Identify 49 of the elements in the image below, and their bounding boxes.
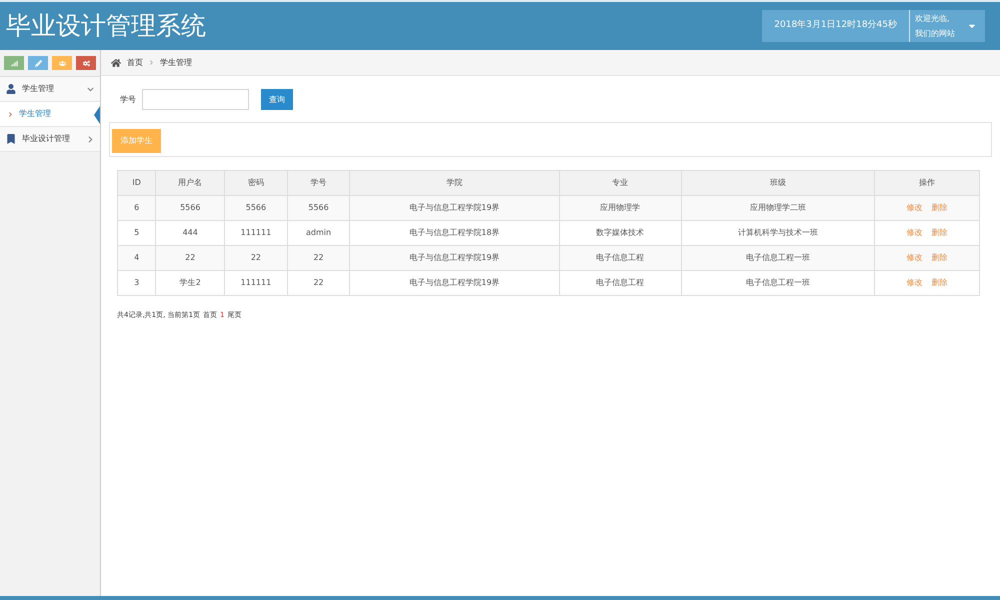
action-link[interactable]: 修改 (906, 227, 922, 239)
table-cell: 111111 (224, 270, 288, 296)
column-header: 专业 (559, 170, 682, 196)
chevron-icon (8, 112, 13, 116)
column-header: 班级 (681, 170, 874, 196)
app-title: 毕业设计管理系统 (6, 10, 206, 42)
welcome-text: 欢迎光临, (915, 13, 951, 25)
action-link[interactable]: 删除 (931, 252, 948, 264)
column-header: 学院 (350, 170, 560, 196)
menu-item[interactable]: 学生管理 (0, 77, 100, 102)
menu-item[interactable]: 毕业设计管理 (0, 127, 100, 152)
chevron-icon (87, 86, 94, 92)
user-icon (6, 84, 16, 94)
chart-icon (10, 60, 18, 66)
home-icon[interactable] (111, 58, 121, 68)
breadcrumb-link[interactable]: 学生管理 (160, 56, 192, 68)
shortcut-button[interactable] (4, 56, 24, 70)
users-icon (58, 60, 66, 66)
breadcrumb-link[interactable]: 首页 (127, 56, 143, 68)
action-link[interactable]: 删除 (931, 277, 948, 289)
submenu-item[interactable]: 学生管理 (0, 102, 100, 127)
column-header: ID (118, 170, 156, 196)
menu-label: 毕业设计管理 (22, 133, 71, 145)
bookmark-icon (6, 134, 16, 144)
table-cell: 电子信息工程一班 (681, 270, 874, 296)
table-cell: 3 (118, 270, 156, 296)
search-button[interactable]: 查询 (261, 89, 293, 110)
datetime: 2018年3月1日12时18分45秒 (773, 19, 898, 32)
shortcut-button[interactable] (76, 56, 96, 70)
table-cell: 22 (287, 270, 350, 296)
shortcut-button[interactable] (52, 56, 72, 70)
table-cell: 学生2 (156, 270, 225, 296)
action-link[interactable]: 修改 (906, 202, 922, 214)
cogs-icon (82, 60, 90, 66)
table-cell: 电子信息工程 (559, 270, 682, 296)
welcome-text: 我们的网站 (915, 28, 955, 40)
separator-icon (149, 60, 154, 65)
column-header: 操作 (874, 170, 980, 196)
action-link[interactable]: 修改 (906, 277, 922, 289)
shortcut-button[interactable] (28, 56, 48, 70)
search-label: 学号 (120, 94, 136, 106)
chevron-icon (87, 136, 94, 142)
action-link[interactable]: 修改 (906, 252, 922, 264)
student-id-field[interactable] (142, 89, 249, 110)
pencil-icon (34, 60, 42, 66)
action-link[interactable]: 删除 (931, 202, 948, 214)
action-link[interactable]: 删除 (931, 227, 948, 239)
table-cell: 电子与信息工程学院19界 (350, 270, 560, 296)
menu-label: 学生管理 (22, 83, 55, 95)
